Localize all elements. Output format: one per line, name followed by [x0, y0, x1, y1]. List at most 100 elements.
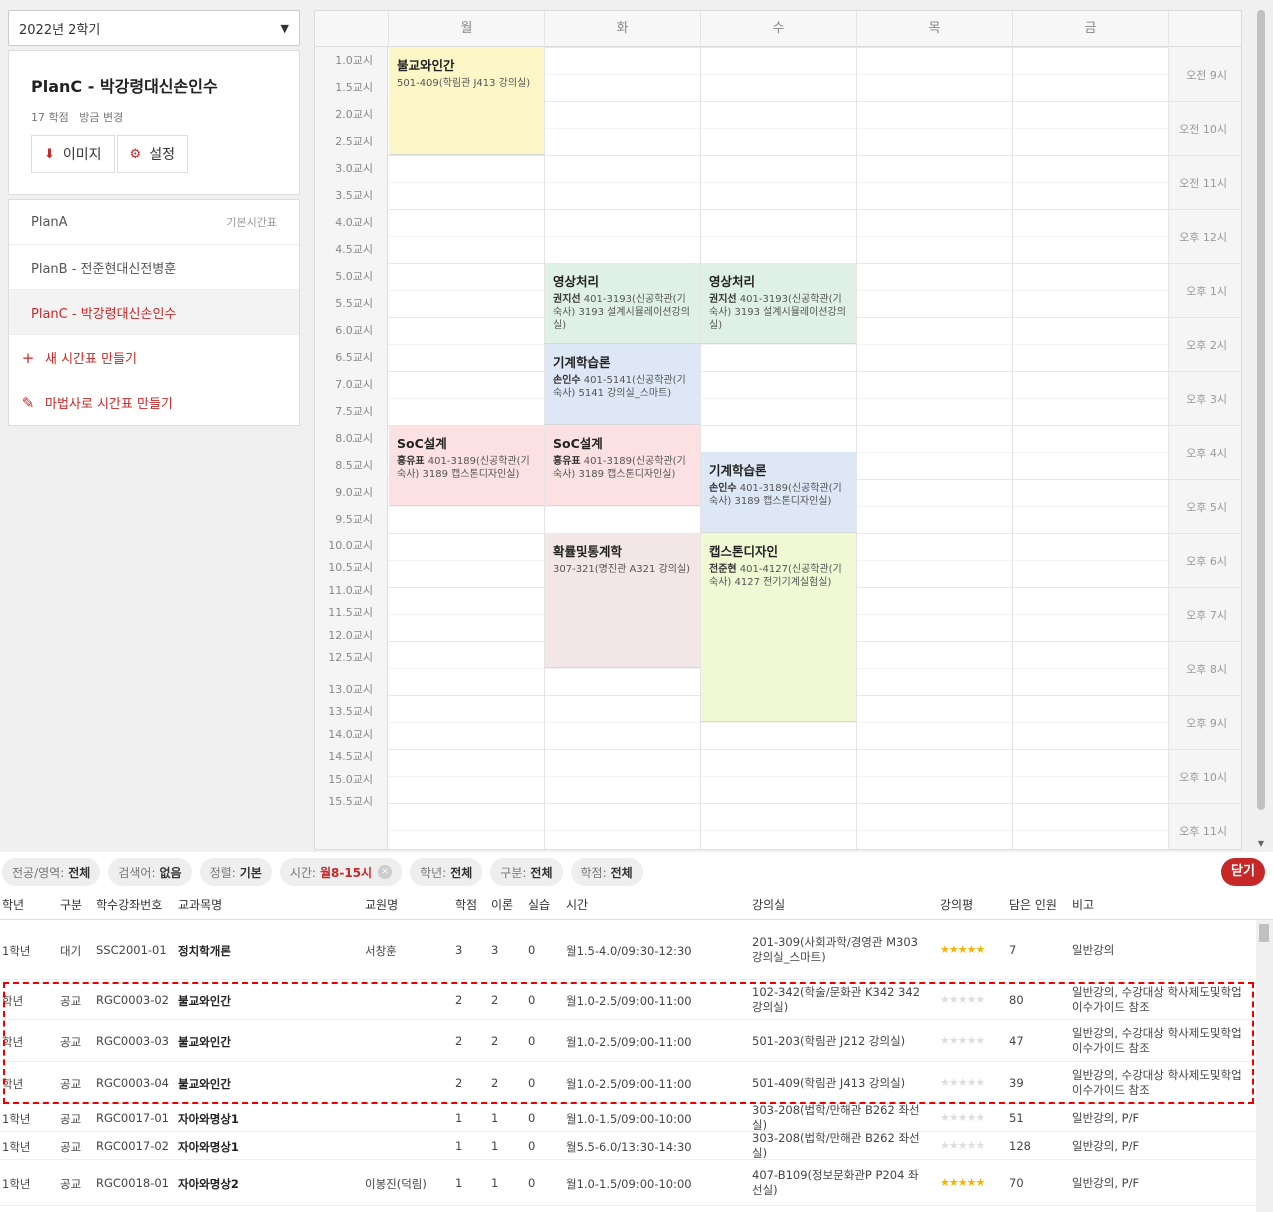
plan-item-label: PlanA	[31, 214, 68, 230]
hour-label: 오후 6시	[1186, 555, 1227, 568]
course-prof: 권지선	[709, 294, 737, 305]
cell-year: 1학년	[2, 1177, 31, 1191]
settings-button[interactable]: ⚙ 설정	[116, 135, 188, 173]
period-label: 1.0교시	[335, 54, 373, 67]
grid-line	[388, 803, 1168, 804]
table-row[interactable]: 1학년 공교 RGC0018-01 자아와명상2 이봉진(덕림) 1 1 0 월1.0-1.5/…	[0, 1160, 1256, 1206]
plan-item-label: PlanC - 박강령대신손인수	[31, 306, 177, 322]
cell-count: 128	[1009, 1139, 1031, 1153]
column-header[interactable]: 학년	[2, 896, 24, 913]
scrollbar-thumb[interactable]	[1259, 924, 1269, 942]
hour-line	[1169, 641, 1241, 642]
column-header[interactable]: 담은 인원	[1009, 896, 1057, 913]
course-name: 영상처리	[709, 274, 756, 289]
filter-value: 전체	[530, 865, 553, 880]
filter-chip[interactable]: 구분: 전체	[490, 858, 563, 886]
course-block[interactable]: SoC설계 홍유표 401-3189(신공학관(기숙사) 3189 캡스톤디자인실…	[389, 425, 544, 506]
filter-chip[interactable]: 학년: 전체	[410, 858, 483, 886]
hour-line	[1169, 803, 1241, 804]
course-block[interactable]: 기계학습론 손인수 401-3189(신공학관(기숙사) 3189 캡스톤디자인실…	[701, 452, 856, 533]
column-header[interactable]: 이론	[491, 896, 513, 913]
hour-label: 오후 5시	[1186, 501, 1227, 514]
course-block[interactable]: 확률및통계학 307-321(명진관 A321 강의실)	[545, 533, 700, 668]
period-label: 10.0교시	[328, 539, 373, 552]
column-header[interactable]: 학수강좌번호	[96, 896, 162, 913]
course-block[interactable]: 불교와인간 501-409(학림관 J413 강의실)	[389, 47, 544, 155]
column-header[interactable]: 실습	[528, 896, 550, 913]
semester-select[interactable]: 2022년 2학기 ▼	[8, 10, 300, 46]
course-name: 기계학습론	[709, 463, 767, 478]
hour-label: 오전 9시	[1186, 69, 1227, 82]
period-label: 7.5교시	[335, 405, 373, 418]
grid-line	[388, 776, 1168, 777]
cell-prof: 이봉진(덕림)	[365, 1177, 427, 1191]
column-header[interactable]: 비고	[1072, 896, 1094, 913]
filter-chip[interactable]: 검색어: 없음	[108, 858, 192, 886]
column-header[interactable]: 구분	[60, 896, 82, 913]
cell-credit: 3	[455, 943, 463, 957]
wizard-button[interactable]: ✎ 마법사로 시간표 만들기	[9, 380, 299, 425]
course-block[interactable]: 캡스톤디자인 전준현 401-4127(신공학관(기숙사) 4127 전기기계실험…	[701, 533, 856, 722]
grid-line	[388, 749, 1168, 750]
course-list-scrollbar[interactable]	[1256, 920, 1273, 1212]
course-name: 영상처리	[553, 274, 600, 289]
column-header[interactable]: 강의실	[752, 896, 785, 913]
clear-filter-icon[interactable]: ×	[378, 865, 393, 879]
hour-label: 오후 8시	[1186, 663, 1227, 676]
cell-code: RGC0017-02	[96, 1139, 169, 1153]
table-row[interactable]: 1학년 공교 RGC0017-02 자아와명상1 1 1 0 월5.5-6.0/13:30-1…	[0, 1131, 1256, 1160]
table-row[interactable]: 1학년 공교 RGC0017-01 자아와명상1 1 1 0 월1.0-1.5/09:00-1…	[0, 1103, 1256, 1132]
hour-label: 오후 2시	[1186, 339, 1227, 352]
column-header[interactable]: 교과목명	[178, 896, 222, 913]
filter-chip[interactable]: 전공/영역: 전체	[2, 858, 101, 886]
period-label: 3.5교시	[335, 189, 373, 202]
scrollbar-thumb[interactable]	[1257, 10, 1265, 810]
filter-value: 기본	[239, 865, 262, 880]
hour-line	[1169, 749, 1241, 750]
course-name: 기계학습론	[553, 355, 611, 370]
plus-icon: +	[21, 348, 35, 367]
filter-chip[interactable]: 정렬: 기본	[199, 858, 272, 886]
highlight-box	[3, 982, 1254, 1104]
course-info: 손인수 401-5141(신공학관(기숙사) 5141 강의실_스마트)	[553, 374, 692, 400]
period-label: 10.5교시	[328, 561, 373, 574]
filter-chip[interactable]: 학점: 전체	[570, 858, 643, 886]
column-header[interactable]: 학점	[455, 896, 477, 913]
course-prof: 권지선	[553, 294, 581, 305]
period-label: 8.5교시	[335, 459, 373, 472]
cell-count: 7	[1009, 943, 1017, 957]
column-header[interactable]: 강의평	[940, 896, 973, 913]
course-block[interactable]: 영상처리 권지선 401-3193(신공학관(기숙사) 3193 설계시뮬레이션강…	[701, 263, 856, 344]
timetable-scrollbar[interactable]: ▼	[1255, 10, 1267, 850]
cell-type: 공교	[60, 1112, 82, 1126]
grid-vline	[856, 47, 857, 849]
plan-item-c[interactable]: PlanC - 박강령대신손인수	[9, 290, 299, 335]
close-button[interactable]: 닫기	[1221, 858, 1265, 886]
new-timetable-button[interactable]: + 새 시간표 만들기	[9, 335, 299, 380]
column-header[interactable]: 시간	[566, 896, 588, 913]
course-block[interactable]: SoC설계 홍유표 401-3189(신공학관(기숙사) 3189 캡스톤디자인실…	[545, 425, 700, 506]
day-header: 화	[544, 11, 700, 47]
hour-header-blank	[1168, 11, 1241, 47]
filter-chip[interactable]: 시간: 월8-15시 ×	[279, 858, 403, 886]
scroll-down-icon[interactable]: ▼	[1255, 839, 1267, 848]
period-label: 13.5교시	[328, 705, 373, 718]
plan-item-a[interactable]: PlanA 기본시간표	[9, 200, 299, 245]
table-row[interactable]: 1학년 대기 SSC2001-01 정치학개론 서창훈 3 3 0 월1.5-4.0/09:30…	[0, 920, 1256, 980]
course-block[interactable]: 기계학습론손인수 401-5141(신공학관(기숙사) 5141 강의실_스마트…	[545, 344, 700, 425]
grid-line	[388, 398, 1168, 399]
image-button[interactable]: ⬇ 이미지	[31, 135, 115, 173]
cell-theory: 1	[491, 1176, 499, 1190]
filter-value: 전체	[610, 865, 633, 880]
period-label: 6.0교시	[335, 324, 373, 337]
grid-line	[388, 236, 1168, 237]
column-header[interactable]: 교원명	[365, 896, 398, 913]
course-block[interactable]: 영상처리 권지선 401-3193(신공학관(기숙사) 3193 설계시뮬레이션강…	[545, 263, 700, 344]
filter-label: 정렬:	[209, 865, 236, 880]
grid-line	[388, 830, 1168, 831]
cell-code: RGC0018-01	[96, 1176, 169, 1190]
day-header: 월	[388, 11, 544, 47]
cell-title: 자아와명상1	[178, 1140, 239, 1154]
plan-item-b[interactable]: PlanB - 전준현대신전병훈	[9, 245, 299, 290]
filter-value: 월8-15시	[319, 865, 373, 880]
